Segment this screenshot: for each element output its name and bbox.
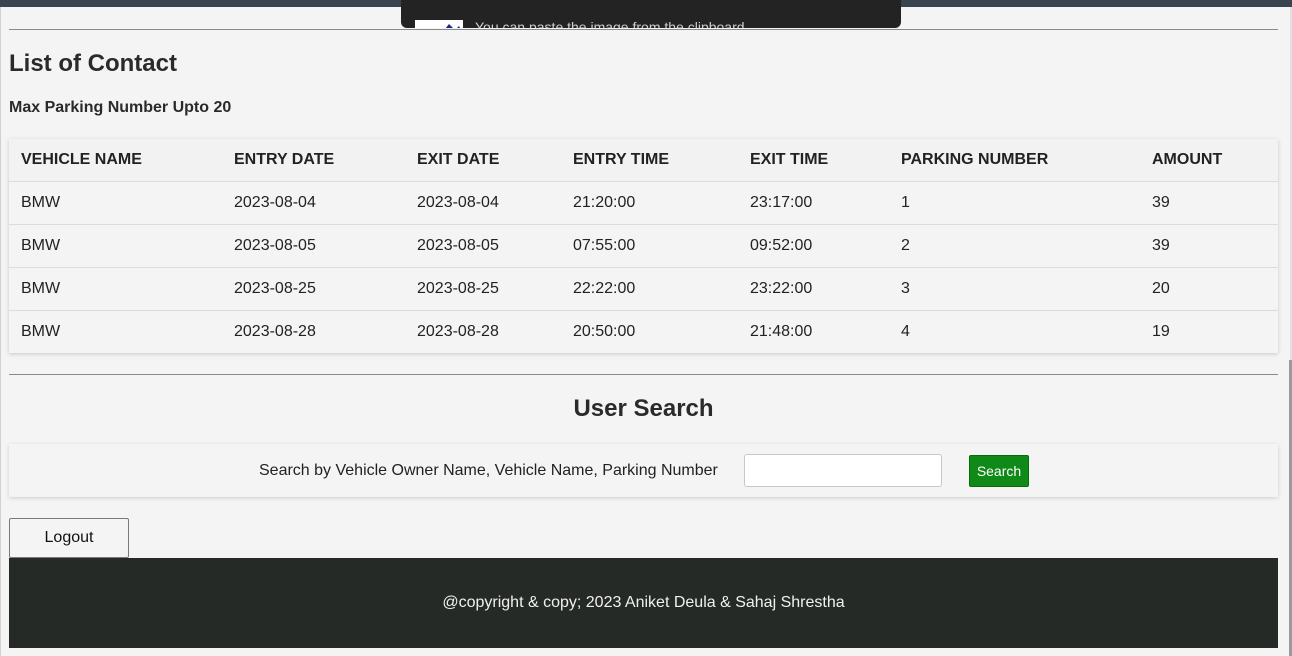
cell-entry-date: 2023-08-04 [222, 181, 405, 225]
search-input[interactable] [744, 454, 942, 487]
cell-exit-time: 23:22:00 [738, 267, 889, 311]
cell-amount: 39 [1140, 181, 1278, 225]
clipboard-notification: You can paste the image from the clipboa… [401, 0, 901, 28]
search-section-title: User Search [573, 395, 714, 422]
contacts-table-container: VEHICLE NAME ENTRY DATE EXIT DATE ENTRY … [9, 139, 1278, 353]
column-header-parking-number: PARKING NUMBER [889, 139, 1140, 182]
cell-entry-time: 07:55:00 [561, 224, 738, 268]
cell-parking-number: 2 [889, 224, 1140, 268]
cell-exit-date: 2023-08-25 [405, 267, 561, 311]
cell-amount: 19 [1140, 310, 1278, 353]
max-parking-note: Max Parking Number Upto 20 [9, 99, 232, 116]
table-row: BMW 2023-08-28 2023-08-28 20:50:00 21:48… [9, 310, 1278, 353]
column-header-amount: AMOUNT [1140, 139, 1278, 182]
cell-entry-time: 22:22:00 [561, 267, 738, 311]
cell-exit-time: 09:52:00 [738, 224, 889, 268]
cell-amount: 20 [1140, 267, 1278, 311]
cell-parking-number: 4 [889, 310, 1140, 353]
cell-entry-time: 20:50:00 [561, 310, 738, 353]
divider [9, 374, 1278, 375]
page-title: List of Contact [9, 50, 177, 77]
divider [9, 29, 1278, 30]
search-button[interactable]: Search [969, 455, 1029, 487]
table-row: BMW 2023-08-05 2023-08-05 07:55:00 09:52… [9, 224, 1278, 268]
search-label: Search by Vehicle Owner Name, Vehicle Na… [259, 462, 718, 479]
cell-vehicle-name: BMW [9, 224, 222, 268]
cell-vehicle-name: BMW [9, 267, 222, 311]
column-header-entry-time: ENTRY TIME [561, 139, 738, 182]
cell-exit-date: 2023-08-05 [405, 224, 561, 268]
cell-exit-time: 23:17:00 [738, 181, 889, 225]
left-border [0, 7, 1, 656]
cell-vehicle-name: BMW [9, 310, 222, 353]
column-header-entry-date: ENTRY DATE [222, 139, 405, 182]
cell-exit-date: 2023-08-04 [405, 181, 561, 225]
search-form: Search by Vehicle Owner Name, Vehicle Na… [9, 444, 1278, 497]
column-header-exit-time: EXIT TIME [738, 139, 889, 182]
column-header-exit-date: EXIT DATE [405, 139, 561, 182]
cell-entry-date: 2023-08-25 [222, 267, 405, 311]
contacts-table: VEHICLE NAME ENTRY DATE EXIT DATE ENTRY … [9, 139, 1278, 353]
cell-exit-time: 21:48:00 [738, 310, 889, 353]
cell-entry-time: 21:20:00 [561, 181, 738, 225]
table-header-row: VEHICLE NAME ENTRY DATE EXIT DATE ENTRY … [9, 139, 1278, 182]
cell-exit-date: 2023-08-28 [405, 310, 561, 353]
logout-button[interactable]: Logout [9, 518, 129, 558]
table-row: BMW 2023-08-25 2023-08-25 22:22:00 23:22… [9, 267, 1278, 311]
notification-text: You can paste the image from the clipboa… [475, 19, 749, 28]
cell-parking-number: 3 [889, 267, 1140, 311]
image-icon [415, 20, 463, 28]
copyright-text: @copyright & copy; 2023 Aniket Deula & S… [442, 594, 845, 611]
cell-amount: 39 [1140, 224, 1278, 268]
cell-parking-number: 1 [889, 181, 1140, 225]
cell-entry-date: 2023-08-28 [222, 310, 405, 353]
cell-entry-date: 2023-08-05 [222, 224, 405, 268]
cell-vehicle-name: BMW [9, 181, 222, 225]
table-row: BMW 2023-08-04 2023-08-04 21:20:00 23:17… [9, 181, 1278, 225]
column-header-vehicle-name: VEHICLE NAME [9, 139, 222, 182]
footer: @copyright & copy; 2023 Aniket Deula & S… [9, 558, 1278, 648]
